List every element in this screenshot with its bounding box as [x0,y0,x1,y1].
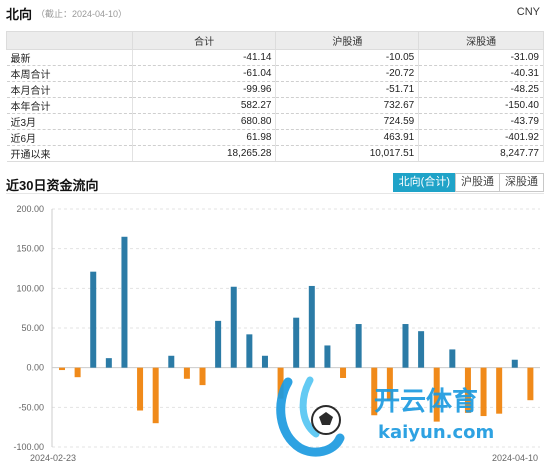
as-of-date: （截止：2024-04-10） [36,9,128,19]
channel-tabs: 北向(合计) 沪股通 深股通 [392,173,544,192]
cell-total: 680.80 [132,113,277,130]
x-start-label: 2024-02-23 [30,453,76,463]
cell-total: -61.04 [132,65,277,82]
table-row: 近3月 680.80 724.59 -43.79 [6,113,544,130]
flow-bar [105,358,112,368]
y-tick-label: 100.00 [16,283,44,293]
tab-shanghai-connect[interactable]: 沪股通 [455,173,500,192]
cell-sz: -48.25 [418,81,544,98]
tab-shenzhen-connect[interactable]: 深股通 [499,173,544,192]
row-label: 近3月 [6,113,133,130]
row-label: 近6月 [6,129,133,146]
watermark-brand: 开云体育 [374,386,478,417]
flow-bar [183,367,190,379]
y-tick-label: -100.00 [13,442,44,452]
row-label: 本年合计 [6,97,133,114]
row-label: 开通以来 [6,145,133,162]
y-tick-label: 50.00 [21,323,44,333]
cell-sz: 8,247.77 [418,145,544,162]
flow-bar [402,324,409,368]
cell-total: 61.98 [132,129,277,146]
cell-sh: 463.91 [275,129,420,146]
col-header-sz: 深股通 [418,31,544,50]
flow-bar [261,355,268,368]
cell-total: -41.14 [132,49,277,66]
table-row: 开通以来 18,265.28 10,017.51 8,247.77 [6,145,544,162]
flow-bar [215,320,222,368]
col-header-sh: 沪股通 [275,31,420,50]
y-tick-label: 200.00 [16,204,44,214]
cell-sz: -43.79 [418,113,544,130]
y-tick-label: 0.00 [26,363,44,373]
cell-sz: -40.31 [418,65,544,82]
row-label: 最新 [6,49,133,66]
tab-northbound-total[interactable]: 北向(合计) [392,173,456,192]
flow-summary-table: 合计 沪股通 深股通 最新 -41.14 -10.05 -31.09 本周合计 -61.… [6,31,544,162]
cell-sh: -20.72 [275,65,420,82]
y-tick-label: -50.00 [18,402,44,412]
flow-bar [449,349,456,368]
row-label: 本月合计 [6,81,133,98]
flow-bar [246,334,253,368]
flow-bar [230,286,237,368]
flow-chart-title: 近30日资金流向 [6,178,99,193]
flow-bar [152,367,159,424]
cell-total: -99.96 [132,81,277,98]
flow-bar [324,345,331,368]
flow-bar [199,367,206,386]
cell-sz: -31.09 [418,49,544,66]
table-row: 近6月 61.98 463.91 -401.92 [6,129,544,146]
flow-bar [168,355,175,368]
flow-bar [74,367,81,378]
table-row: 最新 -41.14 -10.05 -31.09 [6,49,544,66]
flow-bar [137,367,144,411]
currency-label: CNY [516,6,540,18]
cell-total: 582.27 [132,97,277,114]
col-header-label [6,31,133,50]
flow-bar [511,359,518,368]
page-title: 北向 [6,7,33,22]
watermark-url: kaiyun.com [378,422,494,443]
page-header: 北向 （截止：2024-04-10） CNY [6,4,544,22]
flow-bar [418,331,425,368]
flow-bar [293,317,300,368]
table-row: 本月合计 -99.96 -51.71 -48.25 [6,81,544,98]
flow-bar [59,367,65,371]
cell-sz: -150.40 [418,97,544,114]
table-row: 本年合计 582.27 732.67 -150.40 [6,97,544,114]
row-label: 本周合计 [6,65,133,82]
flow-bar [355,324,362,368]
cell-sh: 10,017.51 [275,145,420,162]
cell-sh: 732.67 [275,97,420,114]
flow-bar [308,285,315,368]
table-header-row: 合计 沪股通 深股通 [6,31,544,50]
cell-sz: -401.92 [418,129,544,146]
flow-bar [121,236,128,368]
cell-sh: 724.59 [275,113,420,130]
table-row: 本周合计 -61.04 -20.72 -40.31 [6,65,544,82]
section-divider [6,193,544,194]
y-tick-label: 150.00 [16,244,44,254]
flow-bar [90,271,97,368]
cell-total: 18,265.28 [132,145,277,162]
cell-sh: -51.71 [275,81,420,98]
col-header-total: 合计 [131,31,277,50]
cell-sh: -10.05 [275,49,420,66]
watermark-logo: 开云体育 kaiyun.com [276,376,494,457]
